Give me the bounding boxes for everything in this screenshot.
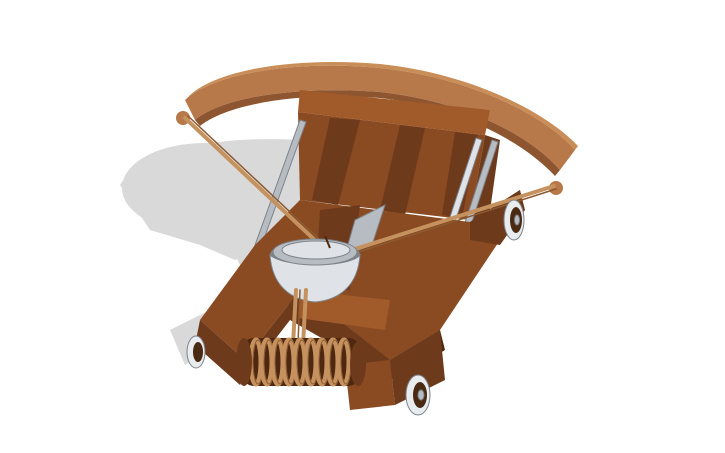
winch-ropes [291,288,308,347]
winch-drum [236,337,366,387]
wheel-front-left [186,335,206,369]
viewport-canvas [0,0,725,453]
wheel-back-right [503,199,525,241]
wheel-front-right [405,374,431,416]
model-scene [120,61,578,416]
